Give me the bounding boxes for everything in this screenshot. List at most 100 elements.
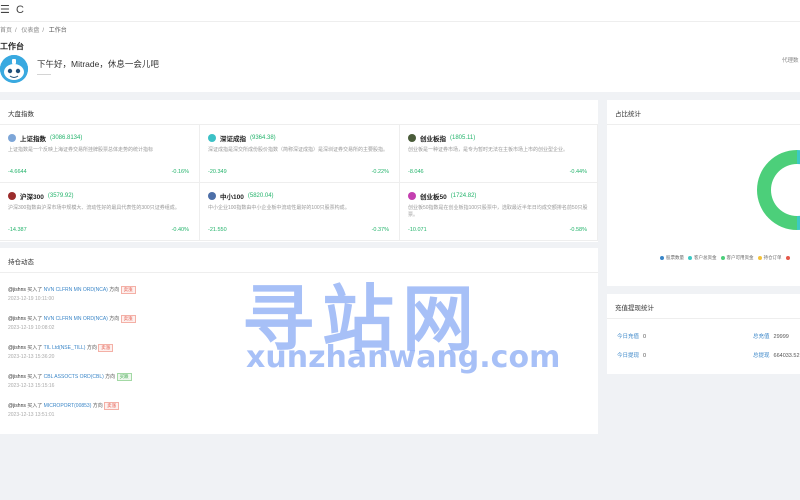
greeting-subtext: —— <box>37 71 51 78</box>
today-recharge-label[interactable]: 今日充值 <box>617 334 639 340</box>
index-item[interactable]: 深证成指 (9364.38) 深证成指是深交所成份股价指数（简称深证成指）是深圳证券… <box>200 125 400 183</box>
feed-time: 2023-12-19 10:08:02 <box>8 325 55 331</box>
breadcrumb-current: 工作台 <box>48 28 67 34</box>
legend-label: 股票数量 <box>666 255 684 260</box>
feed-user[interactable]: @jishns <box>8 345 26 351</box>
index-description: 中小企业100指数由中小企业板中流动性最好的100只股票构成。 <box>208 205 350 211</box>
legend-dot-icon <box>660 255 664 260</box>
index-value: (1805.11) <box>450 135 476 141</box>
index-name: 深证成指 <box>220 136 246 143</box>
card-title: 大盘指数 <box>8 111 34 118</box>
feed-time: 2023-12-19 10:11:00 <box>8 296 55 302</box>
total-withdraw-label[interactable]: 总提现 <box>753 353 770 359</box>
index-name: 中小100 <box>220 194 244 201</box>
feed-user[interactable]: @jishns <box>8 374 26 380</box>
index-value: (1724.82) <box>450 193 477 199</box>
today-withdraw-label[interactable]: 今日提现 <box>617 353 639 359</box>
index-item[interactable]: 创业板指 (1805.11) 创业板是一种证券市场，是专为暂时无法在主板市场上市的创… <box>400 125 598 183</box>
feed-user[interactable]: @jishns <box>8 316 26 322</box>
today-recharge: 今日充值 0 <box>617 332 646 340</box>
feed-action: 买入了 <box>27 345 43 351</box>
watermark-url: xunzhanwang.com <box>246 340 561 375</box>
feed-item: @jishns 买入了 MICROPORT(00853) 方向 卖涨 <box>8 402 120 410</box>
feed-symbol-link[interactable]: CBL ASSOCTS ORD(CBL) <box>44 374 104 380</box>
workbench-header: 工作台 下午好，Mitrade，休息一会儿吧 —— 代理数 <box>0 38 800 92</box>
page-title: 工作台 <box>0 42 24 51</box>
total-recharge: 总充值 29999 <box>753 332 789 340</box>
index-change: -4.6644 <box>8 169 27 175</box>
index-value: (5820.04) <box>247 193 274 199</box>
refresh-icon[interactable]: C <box>16 4 24 16</box>
index-change: -20.349 <box>208 169 227 175</box>
feed-direction: 方向 <box>109 316 120 322</box>
index-item[interactable]: 创业板50 (1724.82) 创业板50指数是在创业板指100只股票中，选取最近半… <box>400 183 598 241</box>
index-change: -21.550 <box>208 227 227 233</box>
feed-time: 2023-12-13 15:36:20 <box>8 354 55 360</box>
legend-label: 客户总资金 <box>694 255 717 260</box>
feed-action: 买入了 <box>27 316 43 322</box>
breadcrumb-home[interactable]: 首页 <box>0 28 12 34</box>
total-recharge-value: 29999 <box>773 334 789 340</box>
index-name: 上证指数 <box>20 136 46 143</box>
index-icon <box>8 192 16 200</box>
index-change-percent: -0.37% <box>371 227 389 233</box>
breadcrumb-dashboard[interactable]: 仪表盘 <box>21 28 39 34</box>
feed-action: 买入了 <box>27 374 43 380</box>
index-item[interactable]: 上证指数 (3086.8134) 上证指数是一个反映上海证券交易所挂牌股票总体走势的… <box>0 125 200 183</box>
divider <box>607 124 800 125</box>
legend-dot-icon <box>757 255 762 260</box>
index-value: (9364.38) <box>250 135 276 141</box>
total-recharge-label[interactable]: 总充值 <box>753 334 770 340</box>
feed-user[interactable]: @jishns <box>8 403 26 409</box>
feed-time: 2023-12-13 15:15:16 <box>8 383 55 389</box>
legend-item[interactable]: 持仓订单 <box>757 255 782 260</box>
menu-icon[interactable]: ☰ <box>0 4 10 16</box>
feed-item: @jishns 买入了 CBL ASSOCTS ORD(CBL) 方向 买跌 <box>8 373 132 381</box>
index-change-percent: -0.16% <box>171 169 189 175</box>
index-header: 沪深300 (3579.92) <box>8 191 74 201</box>
recharge-stats-card: 充值提现统计 今日充值 0 今日提现 0 总充值 29999 总提现 664033.52 <box>607 294 800 374</box>
ratio-donut-chart <box>757 150 800 230</box>
feed-direction-tag: 卖涨 <box>120 286 136 294</box>
feed-direction: 方向 <box>105 374 116 380</box>
feed-direction: 方向 <box>109 287 120 293</box>
legend-item[interactable]: 客户总资金 <box>688 255 717 260</box>
index-icon <box>8 134 16 142</box>
total-withdraw-value: 664033.52 <box>773 353 800 359</box>
total-withdraw: 总提现 664033.52 <box>753 351 800 359</box>
index-name: 创业板50 <box>420 194 447 201</box>
breadcrumb-sep: / <box>15 28 17 34</box>
card-title: 充值提现统计 <box>615 305 654 312</box>
index-change-percent: -0.44% <box>569 169 587 175</box>
feed-item: @jishns 买入了 NVN CLFRN MN ORD(NCA) 方向 卖涨 <box>8 286 136 294</box>
feed-symbol-link[interactable]: TIL Ltd(NSE_TILL) <box>44 345 86 351</box>
index-value: (3086.8134) <box>50 135 83 141</box>
index-item[interactable]: 中小100 (5820.04) 中小企业100指数由中小企业板中流动性最好的100只… <box>200 183 400 241</box>
pie-slice[interactable] <box>757 150 797 230</box>
feed-direction: 方向 <box>92 403 103 409</box>
index-change: -10.071 <box>408 227 427 233</box>
index-item[interactable]: 沪深300 (3579.92) 沪深300指数由沪深市场中规模大、流动性好的最具代表… <box>0 183 200 241</box>
index-change-percent: -0.22% <box>371 169 389 175</box>
feed-symbol-link[interactable]: NVN CLFRN MN ORD(NCA) <box>44 316 108 322</box>
market-index-card: 大盘指数 上证指数 (3086.8134) 上证指数是一个反映上海证券交易所挂牌股票… <box>0 100 598 242</box>
feed-item: @jishns 买入了 NVN CLFRN MN ORD(NCA) 方向 卖涨 <box>8 315 136 323</box>
index-header: 深证成指 (9364.38) <box>208 133 276 143</box>
index-name: 沪深300 <box>20 194 44 201</box>
legend-item[interactable]: 股票数量 <box>660 255 684 260</box>
index-header: 中小100 (5820.04) <box>208 191 274 201</box>
greeting-text: 下午好，Mitrade，休息一会儿吧 <box>37 59 159 69</box>
feed-action: 买入了 <box>27 403 43 409</box>
index-value: (3579.92) <box>47 193 74 199</box>
feed-symbol-link[interactable]: NVN CLFRN MN ORD(NCA) <box>44 287 108 293</box>
legend-label: 客户可用资金 <box>726 255 754 260</box>
today-withdraw-value: 0 <box>643 353 647 359</box>
legend-item[interactable] <box>785 255 792 260</box>
feed-user[interactable]: @jishns <box>8 287 26 293</box>
today-recharge-value: 0 <box>643 334 647 340</box>
index-icon <box>208 134 216 142</box>
card-title: 占比统计 <box>615 111 641 118</box>
index-name: 创业板指 <box>420 136 446 143</box>
legend-item[interactable]: 客户可用资金 <box>720 255 754 260</box>
feed-symbol-link[interactable]: MICROPORT(00853) <box>44 403 92 409</box>
